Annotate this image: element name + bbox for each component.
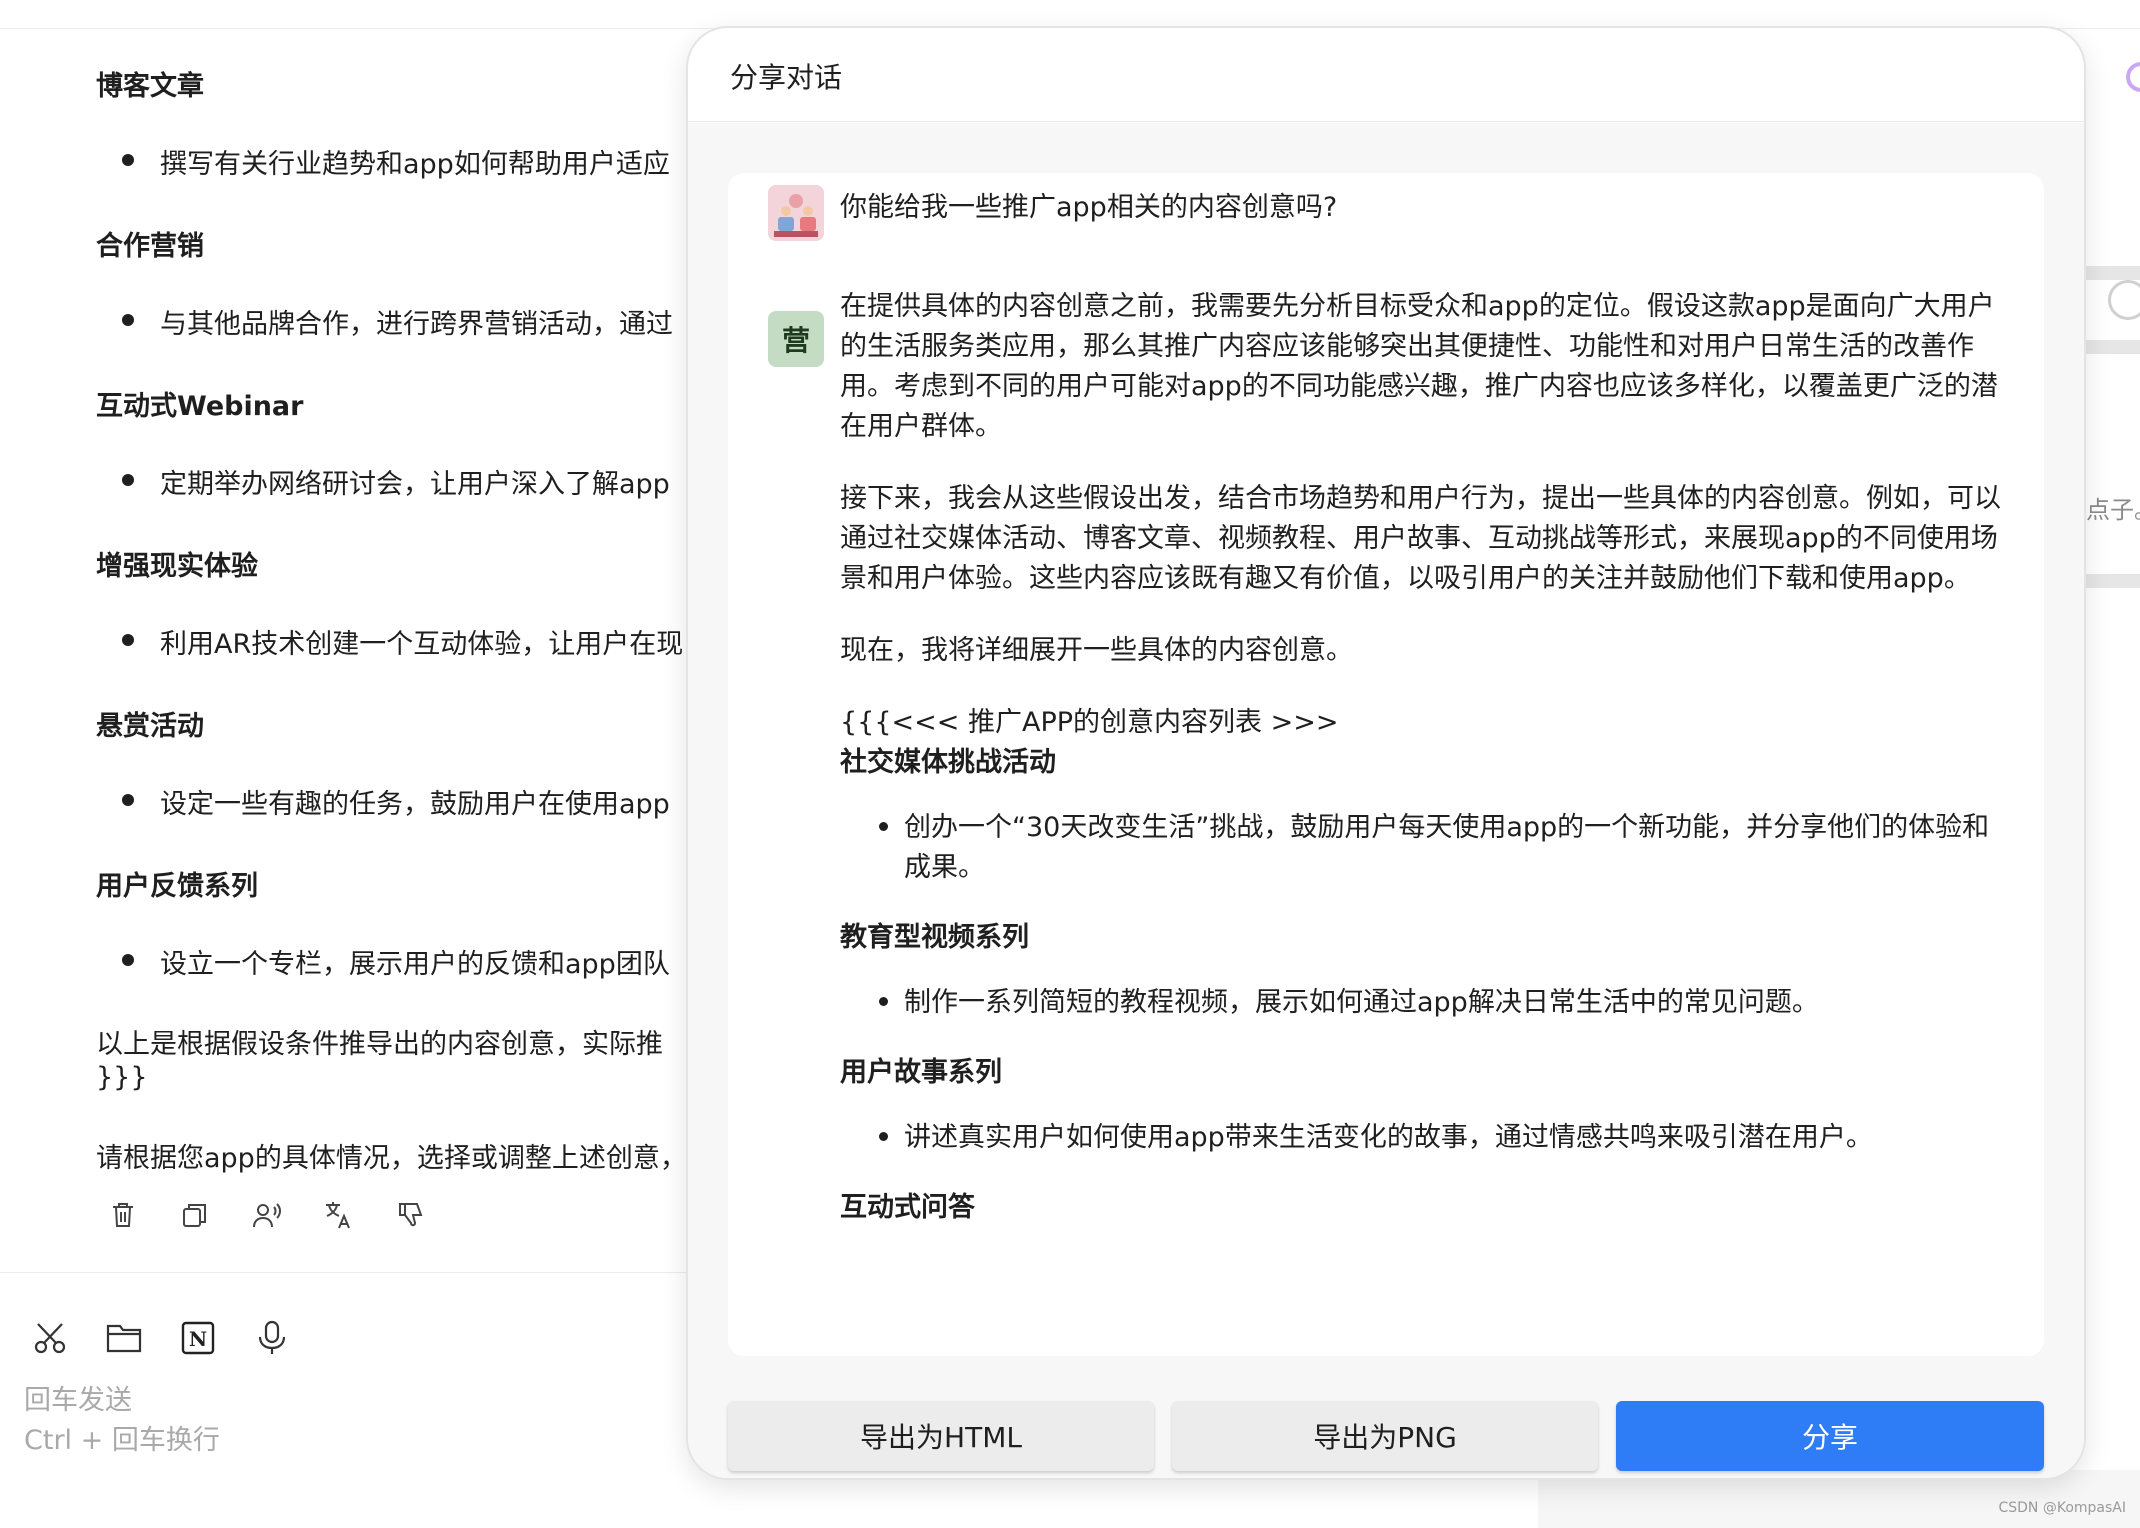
user-avatar [768,185,824,241]
item-list: 创办一个“30天改变生活”挑战，鼓励用户每天使用app的一个新功能，并分享他们的… [840,807,2008,888]
message-actions [106,1198,428,1232]
bullet-text: 设立一个专栏，展示用户的反馈和app团队 [160,949,670,980]
bottom-right-panel [1538,1470,2140,1528]
item-title: 用户故事系列 [840,1057,1002,1088]
bullet-text: 定期举办网络研讨会，让用户深入了解app [160,469,670,500]
svg-text:N: N [189,1327,207,1351]
list-header: {{{<<< 推广APP的创意内容列表 >>> [840,707,1339,738]
bullet-dot [122,154,134,166]
input-placeholder[interactable]: 回车发送 [24,1378,132,1417]
dialog-header: 分享对话 [688,28,2084,122]
dialog-title: 分享对话 [730,61,843,94]
partial-text: 点子。 [2086,496,2140,524]
export-html-button[interactable]: 导出为HTML [728,1401,1154,1471]
bullet-text: 利用AR技术创建一个互动体验，让用户在现 [160,629,684,660]
delete-icon[interactable] [106,1198,140,1232]
list-item: 创办一个“30天改变生活”挑战，鼓励用户每天使用app的一个新功能，并分享他们的… [904,807,2008,888]
item-title: 互动式问答 [840,1192,975,1223]
closing-text: 请根据您app的具体情况，选择或调整上述创意， [96,1143,687,1174]
item-title: 教育型视频系列 [840,922,1029,953]
bullet-text: 与其他品牌合作，进行跨界营销活动，通过 [160,309,673,340]
share-button[interactable]: 分享 [1616,1401,2044,1471]
input-placeholder[interactable]: Ctrl + 回车换行 [24,1418,220,1457]
panel-band [2082,340,2140,354]
app-logo-icon [2126,62,2140,92]
translate-icon[interactable] [322,1198,356,1232]
bullet-dot [122,794,134,806]
right-background-panel: 点子。 [2082,0,2140,1528]
assistant-avatar: 营 [768,311,824,367]
bullet-text: 撰写有关行业趋势和app如何帮助用户适应 [160,149,670,180]
closing-text: 以上是根据假设条件推导出的内容创意，实际推 [96,1029,663,1060]
dialog-body: 你能给我一些推广app相关的内容创意吗? 营 在提供具体的内容创意之前，我需要先… [688,123,2084,1378]
item-list: 制作一系列简短的教程视频，展示如何通过app解决日常生活中的常见问题。 [840,982,2008,1023]
list-item: 制作一系列简短的教程视频，展示如何通过app解决日常生活中的常见问题。 [904,982,2008,1023]
message-paragraph: 接下来，我会从这些假设出发，结合市场趋势和用户行为，提出一些具体的内容创意。例如… [840,483,2001,594]
microphone-icon[interactable] [252,1318,292,1358]
bullet-dot [122,474,134,486]
scissors-icon[interactable] [30,1318,70,1358]
panel-band [2082,266,2140,280]
bullet-text: 设定一些有趣的任务，鼓励用户在使用app [160,789,670,820]
bullet-dot [122,954,134,966]
section-title: 互动式Webinar [96,391,304,422]
copy-icon[interactable] [178,1198,212,1232]
section-title: 合作营销 [96,231,204,262]
panel-band [2082,574,2140,588]
background-chat: 博客文章 撰写有关行业趋势和app如何帮助用户适应 合作营销 与其他品牌合作，进… [0,0,700,1270]
section-title: 悬赏活动 [96,711,204,742]
assistant-message: 在提供具体的内容创意之前，我需要先分析目标受众和app的定位。假设这款app是面… [840,287,2008,1252]
section-title: 博客文章 [96,71,204,102]
voice-read-icon[interactable] [250,1198,284,1232]
message-paragraph: 在提供具体的内容创意之前，我需要先分析目标受众和app的定位。假设这款app是面… [840,291,1998,442]
input-toolbar: N [30,1318,292,1358]
input-divider [0,1272,700,1273]
conversation-preview[interactable]: 你能给我一些推广app相关的内容创意吗? 营 在提供具体的内容创意之前，我需要先… [728,173,2044,1356]
export-png-button[interactable]: 导出为PNG [1172,1401,1598,1471]
item-list: 讲述真实用户如何使用app带来生活变化的故事，通过情感共鸣来吸引潜在用户。 [840,1117,2008,1158]
bullet-dot [122,314,134,326]
user-question: 你能给我一些推广app相关的内容创意吗? [840,192,1338,223]
share-dialog: 分享对话 你能给我一些推广app相关的内容创意吗? 营 在提供具体的内容创意之前… [688,28,2084,1478]
folder-icon[interactable] [104,1318,144,1358]
message-paragraph: 现在，我将详细展开一些具体的内容创意。 [840,635,1353,666]
toggle-switch[interactable] [2108,280,2140,320]
thumbs-down-icon[interactable] [394,1198,428,1232]
watermark: CSDN @KompasAI [1998,1500,2126,1516]
list-item: 讲述真实用户如何使用app带来生活变化的故事，通过情感共鸣来吸引潜在用户。 [904,1117,2008,1158]
section-title: 用户反馈系列 [96,871,258,902]
bullet-dot [122,634,134,646]
closing-text: }}} [96,1062,148,1093]
section-title: 增强现实体验 [96,551,258,582]
item-title: 社交媒体挑战活动 [840,747,1056,778]
notion-icon[interactable]: N [178,1318,218,1358]
dialog-footer: 导出为HTML 导出为PNG 分享 [688,1378,2084,1478]
